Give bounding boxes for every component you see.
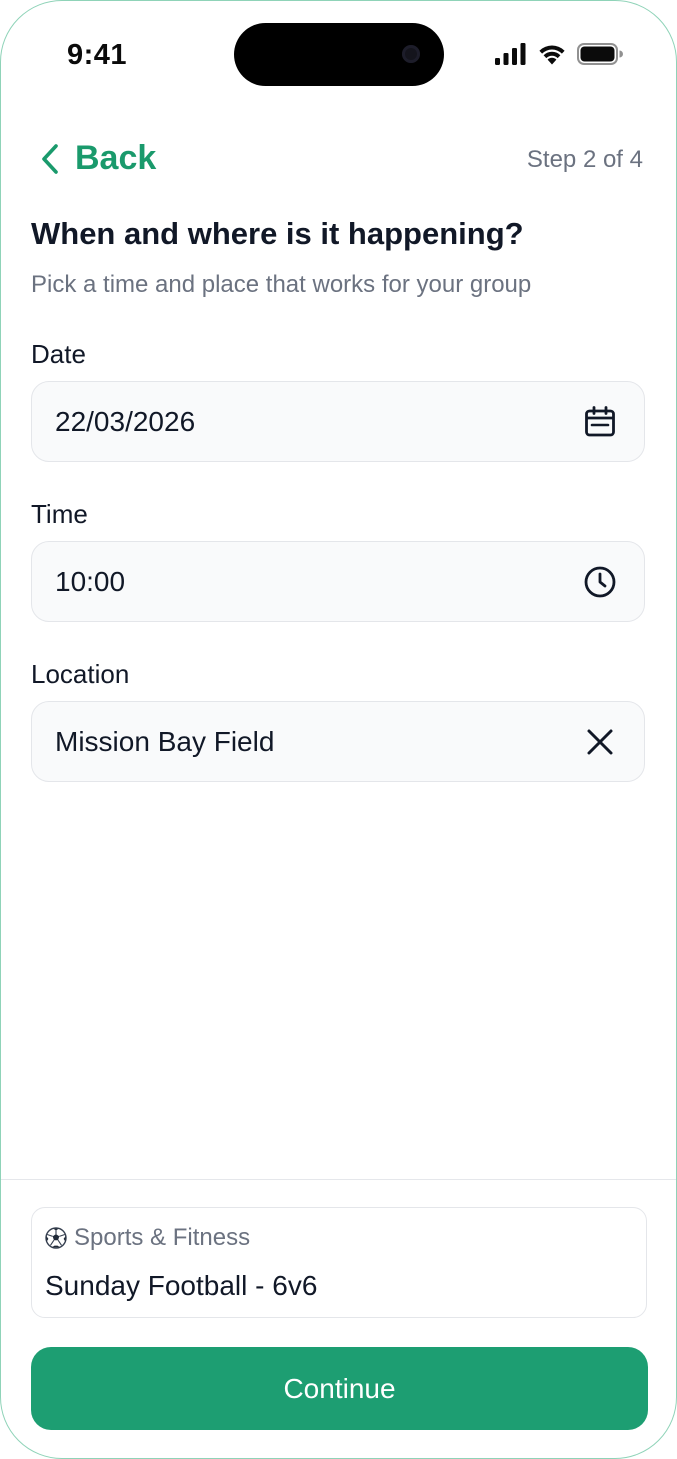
status-icons [495, 43, 623, 65]
page-subtitle: Pick a time and place that works for you… [31, 271, 532, 298]
date-value: 22/03/2026 [55, 406, 196, 437]
status-time: 9:41 [67, 39, 128, 71]
chevron-left-icon [42, 143, 58, 174]
time-label: Time [31, 499, 88, 529]
phone-frame: 9:41 Back Step 2 of 4 When and where is … [0, 0, 677, 1459]
event-title: Sunday Football - 6v6 [45, 1270, 318, 1301]
calendar-icon[interactable] [582, 404, 618, 440]
soccer-ball-icon [45, 1227, 67, 1249]
battery-icon [577, 43, 623, 65]
back-label: Back [75, 139, 157, 177]
location-value: Mission Bay Field [55, 726, 275, 757]
continue-button[interactable]: Continue [31, 1347, 648, 1430]
back-button[interactable]: Back [39, 139, 156, 178]
date-label: Date [31, 339, 86, 369]
wifi-icon [539, 45, 565, 65]
date-field[interactable]: 22/03/2026 [31, 381, 645, 462]
camera-icon [402, 45, 420, 63]
page-title: When and where is it happening? [31, 216, 524, 251]
time-field[interactable]: 10:00 [31, 541, 645, 622]
location-field[interactable]: Mission Bay Field [31, 701, 645, 782]
clock-icon[interactable] [582, 564, 618, 600]
event-summary-card: Sports & Fitness Sunday Football - 6v6 [31, 1207, 647, 1318]
dynamic-island [234, 23, 444, 86]
step-indicator: Step 2 of 4 [526, 146, 643, 173]
time-value: 10:00 [55, 566, 126, 597]
signal-icon [495, 43, 526, 65]
location-label: Location [31, 659, 130, 689]
event-category: Sports & Fitness [45, 1224, 250, 1252]
clear-icon[interactable] [582, 724, 618, 760]
footer-divider [1, 1179, 676, 1180]
event-category-label: Sports & Fitness [74, 1224, 251, 1251]
